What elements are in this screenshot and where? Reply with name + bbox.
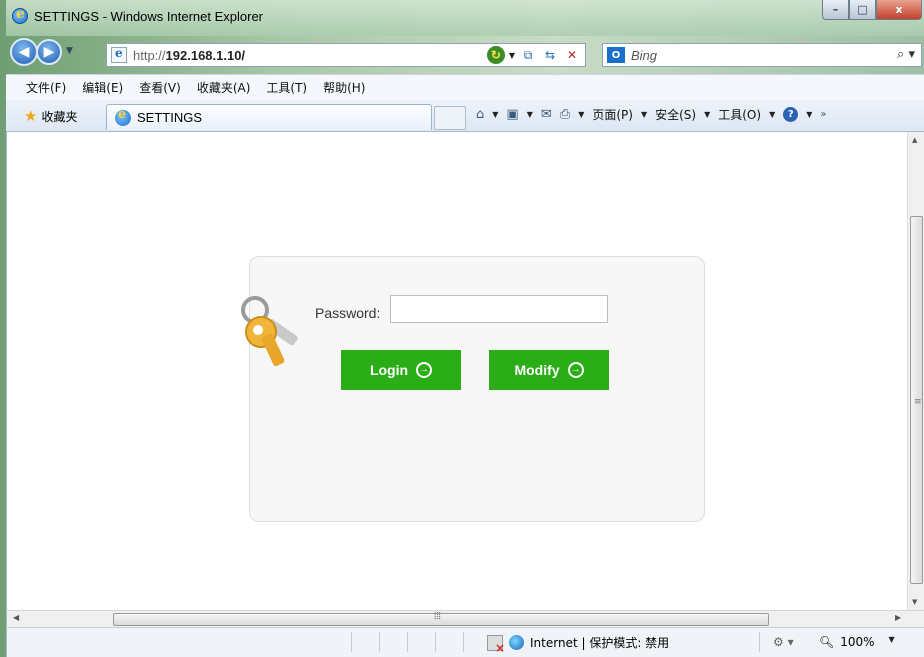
refresh-icon[interactable]: ⇆: [541, 46, 559, 64]
horizontal-scroll-thumb[interactable]: ⦙⦙⦙: [113, 611, 769, 626]
menu-tools[interactable]: 工具(T): [266, 79, 307, 96]
manage-addons-icon[interactable]: ⚙ ▾: [773, 635, 794, 649]
status-divider: [435, 632, 436, 652]
history-dropdown-icon[interactable]: ▼: [66, 46, 73, 56]
page-menu[interactable]: 页面(P): [592, 106, 633, 123]
help-icon[interactable]: ?: [783, 107, 799, 122]
mail-icon[interactable]: ✉: [541, 107, 552, 122]
address-row: ◀ ▶ ▼ http://192.168.1.10/ ↻ ▼ ⧉ ⇆ ✕ O B…: [6, 36, 924, 74]
bing-logo-icon: O: [607, 47, 625, 63]
print-dropdown-icon[interactable]: ▼: [578, 110, 584, 119]
status-divider: [351, 632, 352, 652]
address-dropdown-icon[interactable]: ▼: [509, 51, 515, 60]
back-button[interactable]: ◀: [10, 38, 38, 66]
globe-icon: [509, 635, 524, 650]
close-button[interactable]: x: [876, 0, 922, 20]
scroll-grip-icon: ≡: [914, 397, 922, 407]
search-input[interactable]: Bing: [631, 48, 657, 63]
horizontal-scrollbar[interactable]: ◀ ⦙⦙⦙ ▶: [6, 610, 924, 627]
minimize-button[interactable]: –: [822, 0, 849, 20]
menu-view[interactable]: 查看(V): [139, 79, 181, 96]
login-button[interactable]: Login →: [341, 350, 461, 390]
url-prefix: http://: [133, 47, 166, 63]
login-button-label: Login: [369, 362, 409, 378]
window-title: SETTINGS - Windows Internet Explorer: [34, 9, 264, 24]
vertical-scroll-thumb[interactable]: ≡: [910, 216, 923, 584]
zoom-control[interactable]: 🔍︎ 100% ▼: [819, 635, 895, 649]
safety-menu[interactable]: 安全(S): [655, 106, 696, 123]
safety-dropdown-icon[interactable]: ▼: [704, 110, 710, 119]
search-box[interactable]: O Bing ⌕ ▾: [602, 43, 922, 67]
tab-label: SETTINGS: [137, 110, 203, 125]
favorites-bar: ★ 收藏夹 SETTINGS ⌂ ▼ ▣ ▼ ✉ ⎙ ▼ 页面(P) ▼ 安全(S) ▼ …: [6, 100, 924, 132]
compat-view-icon[interactable]: ↻: [486, 46, 505, 64]
scroll-up-icon[interactable]: ▲: [912, 136, 917, 144]
menu-file[interactable]: 文件(F): [26, 79, 66, 96]
tab-settings[interactable]: SETTINGS: [106, 104, 432, 130]
modify-button[interactable]: Modify →: [489, 350, 609, 390]
scroll-grip-icon: ⦙⦙⦙: [434, 611, 441, 622]
page-content: Password: Login → Modify → ▲ ≡ ▼: [6, 132, 924, 610]
ie-logo-icon: [12, 6, 28, 24]
search-icon[interactable]: ⌕ ▾: [897, 47, 915, 62]
zoom-dropdown-icon[interactable]: ▼: [889, 635, 895, 649]
status-divider: [407, 632, 408, 652]
zoom-icon: 🔍︎: [819, 635, 835, 649]
menu-help[interactable]: 帮助(H): [323, 79, 365, 96]
feeds-icon[interactable]: ▣: [506, 107, 518, 122]
menu-edit[interactable]: 编辑(E): [82, 79, 123, 96]
menu-favorites[interactable]: 收藏夹(A): [197, 79, 251, 96]
favorites-label: 收藏夹: [41, 109, 78, 124]
address-tools: ↻ ▼ ⧉ ⇆ ✕: [486, 46, 581, 64]
rss-icon[interactable]: ⧉: [519, 46, 537, 64]
zone-label: Internet | 保护模式: 禁用: [530, 636, 670, 650]
favorites-button[interactable]: ★ 收藏夹: [24, 107, 77, 125]
url-text[interactable]: http://192.168.1.10/: [133, 48, 245, 63]
overflow-chevron-icon[interactable]: »: [820, 109, 826, 120]
zoom-level: 100%: [840, 635, 875, 649]
scroll-right-icon[interactable]: ▶: [895, 613, 901, 622]
vertical-scrollbar[interactable]: ▲ ≡ ▼: [907, 132, 924, 610]
status-divider: [759, 632, 760, 652]
feeds-dropdown-icon[interactable]: ▼: [527, 110, 533, 119]
menu-bar: 文件(F) 编辑(E) 查看(V) 收藏夹(A) 工具(T) 帮助(H): [6, 74, 924, 100]
security-zone[interactable]: Internet | 保护模式: 禁用: [487, 634, 670, 655]
scroll-down-icon[interactable]: ▼: [912, 598, 917, 606]
protected-mode-icon: [487, 634, 505, 655]
maximize-button[interactable]: □: [849, 0, 876, 20]
arrow-right-icon: →: [567, 362, 584, 378]
status-divider: [379, 632, 380, 652]
ie-window: SETTINGS - Windows Internet Explorer – □…: [6, 0, 924, 657]
star-icon: ★: [24, 107, 38, 125]
status-divider: [463, 632, 464, 652]
url-host: 192.168.1.10/: [165, 47, 246, 63]
arrow-right-icon: →: [416, 362, 433, 378]
password-label: Password:: [315, 305, 381, 321]
password-input[interactable]: [390, 295, 608, 323]
tools-menu[interactable]: 工具(O): [718, 106, 761, 123]
page-icon: [111, 46, 127, 63]
home-dropdown-icon[interactable]: ▼: [492, 110, 498, 119]
modify-button-label: Modify: [514, 362, 560, 378]
command-bar: ⌂ ▼ ▣ ▼ ✉ ⎙ ▼ 页面(P) ▼ 安全(S) ▼ 工具(O) ▼ ? ▼ »: [476, 106, 827, 123]
tools-dropdown-icon[interactable]: ▼: [769, 110, 775, 119]
key-icon: [241, 296, 298, 367]
status-bar: Internet | 保护模式: 禁用 ⚙ ▾ 🔍︎ 100% ▼: [6, 627, 924, 657]
new-tab-button[interactable]: [434, 106, 466, 130]
stop-icon[interactable]: ✕: [563, 46, 581, 64]
print-icon[interactable]: ⎙: [560, 107, 570, 122]
forward-button[interactable]: ▶: [36, 39, 62, 65]
scroll-left-icon[interactable]: ◀: [13, 613, 19, 622]
address-bar[interactable]: http://192.168.1.10/ ↻ ▼ ⧉ ⇆ ✕: [106, 43, 586, 67]
help-dropdown-icon[interactable]: ▼: [806, 110, 812, 119]
home-icon[interactable]: ⌂: [476, 107, 484, 122]
page-dropdown-icon[interactable]: ▼: [641, 110, 647, 119]
caption-buttons: – □ x: [822, 0, 922, 20]
ie-tab-icon: [115, 107, 131, 126]
title-bar: SETTINGS - Windows Internet Explorer – □…: [6, 0, 924, 36]
